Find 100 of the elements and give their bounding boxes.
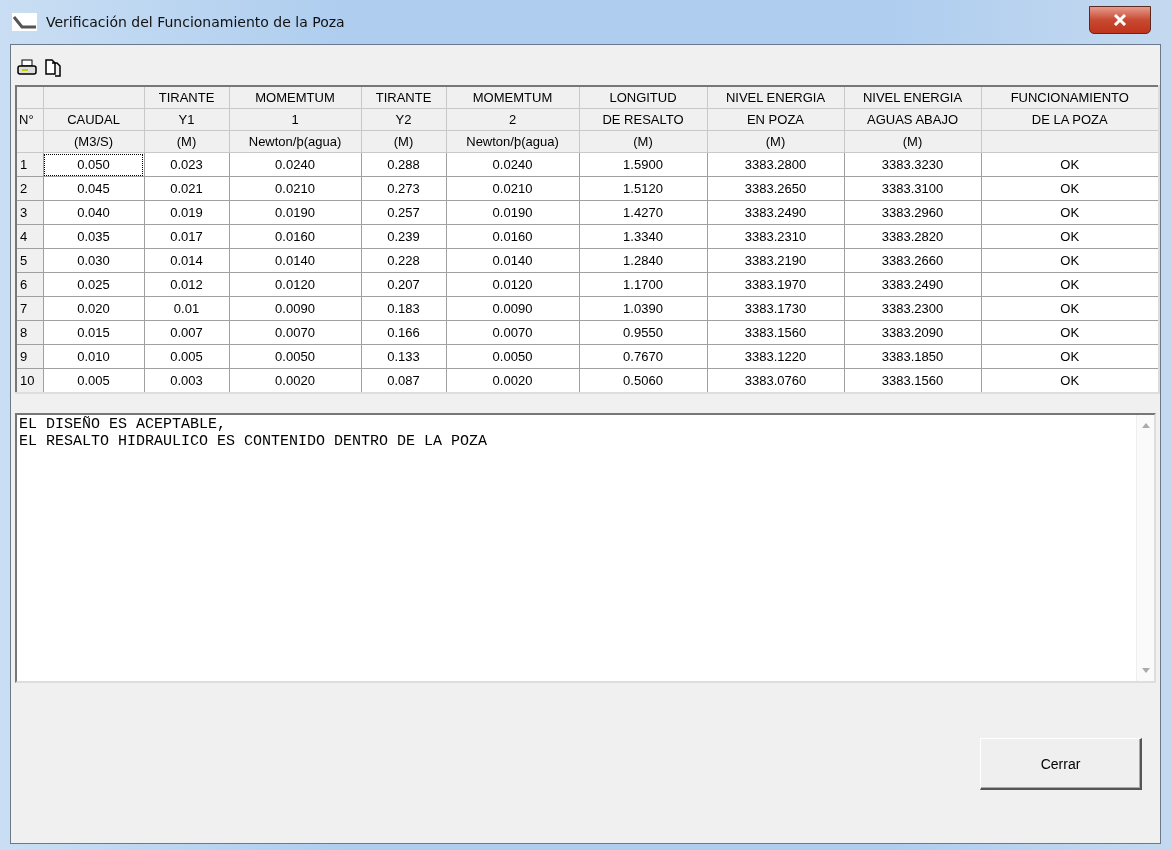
row-number: 7: [16, 296, 43, 321]
table-cell: 1.2840: [579, 248, 707, 273]
column-header: AGUAS ABAJO: [844, 108, 981, 131]
row-number: 10: [16, 368, 43, 393]
column-header: 1: [229, 108, 361, 131]
table-cell: 3383.1220: [707, 344, 844, 369]
table-cell: 0.017: [144, 224, 229, 249]
table-cell: 0.0090: [229, 296, 361, 321]
close-button[interactable]: [1089, 6, 1151, 34]
table-cell: 0.0210: [446, 176, 579, 201]
table-cell: 0.0120: [446, 272, 579, 297]
scrollbar[interactable]: [1136, 415, 1154, 681]
table-cell: 0.133: [361, 344, 446, 369]
column-header: TIRANTE: [144, 86, 229, 109]
column-header: EN POZA: [707, 108, 844, 131]
table-cell: 0.030: [43, 248, 144, 273]
table-cell: 3383.2660: [844, 248, 981, 273]
table-cell: 3383.2300: [844, 296, 981, 321]
table-cell: 0.7670: [579, 344, 707, 369]
window-title: Verificación del Funcionamiento de la Poza: [46, 14, 345, 30]
table-cell: 0.239: [361, 224, 446, 249]
table-cell: 0.0240: [229, 152, 361, 177]
column-header: TIRANTE: [361, 86, 446, 109]
table-cell: 0.045: [43, 176, 144, 201]
table-cell: 1.0390: [579, 296, 707, 321]
table-cell: 0.012: [144, 272, 229, 297]
table-cell: 0.005: [144, 344, 229, 369]
table-cell: 1.4270: [579, 200, 707, 225]
table-cell: 0.0140: [446, 248, 579, 273]
table-cell: 0.0190: [446, 200, 579, 225]
row-number: 3: [16, 200, 43, 225]
table-cell: 3383.2490: [844, 272, 981, 297]
table-cell: 0.0050: [446, 344, 579, 369]
table-cell: 0.0120: [229, 272, 361, 297]
column-header: FUNCIONAMIENTO: [981, 86, 1159, 109]
table-cell: 0.023: [144, 152, 229, 177]
document-icon: [45, 59, 61, 77]
table-cell: 3383.2960: [844, 200, 981, 225]
table-cell: 3383.2820: [844, 224, 981, 249]
table-cell: 3383.2800: [707, 152, 844, 177]
printer-icon: [17, 59, 37, 77]
table-cell: 1.5900: [579, 152, 707, 177]
table-cell: 0.020: [43, 296, 144, 321]
table-cell: 3383.3100: [844, 176, 981, 201]
table-cell: 3383.2190: [707, 248, 844, 273]
table-cell: 0.019: [144, 200, 229, 225]
column-header: LONGITUD: [579, 86, 707, 109]
row-number: 1: [16, 152, 43, 177]
result-textbox[interactable]: EL DISEÑO ES ACEPTABLE, EL RESALTO HIDRAULICO ES CONTENIDO DENTRO DE LA POZA: [15, 413, 1156, 683]
column-header: N°: [16, 108, 43, 131]
table-cell: 0.0210: [229, 176, 361, 201]
preview-button[interactable]: [45, 59, 61, 77]
scroll-down-icon: [1141, 668, 1150, 673]
row-number: 4: [16, 224, 43, 249]
column-header: MOMEMTUM: [446, 86, 579, 109]
table-cell: 0.0190: [229, 200, 361, 225]
table-cell: 0.007: [144, 320, 229, 345]
table-cell: 0.015: [43, 320, 144, 345]
window-app-icon: [12, 12, 38, 32]
table-cell: 0.257: [361, 200, 446, 225]
column-header: Newton/þ(agua): [229, 130, 361, 153]
table-cell: 3383.2090: [844, 320, 981, 345]
table-cell: 3383.1560: [707, 320, 844, 345]
table-cell: 0.0090: [446, 296, 579, 321]
row-number: 8: [16, 320, 43, 345]
column-header: MOMEMTUM: [229, 86, 361, 109]
scroll-up-icon: [1141, 423, 1150, 428]
table-cell: 0.0070: [229, 320, 361, 345]
row-number: 6: [16, 272, 43, 297]
table-cell: 3383.2310: [707, 224, 844, 249]
table-cell: 0.9550: [579, 320, 707, 345]
column-header: (M): [844, 130, 981, 153]
row-number: 9: [16, 344, 43, 369]
result-message: EL DISEÑO ES ACEPTABLE, EL RESALTO HIDRAULICO ES CONTENIDO DENTRO DE LA POZA: [18, 415, 489, 452]
column-header: NIVEL ENERGIA: [844, 86, 981, 109]
table-cell: 3383.1850: [844, 344, 981, 369]
table-cell: 0.021: [144, 176, 229, 201]
table-cell: 0.0070: [446, 320, 579, 345]
table-cell: 0.0140: [229, 248, 361, 273]
table-cell: 0.014: [144, 248, 229, 273]
table-cell: 0.288: [361, 152, 446, 177]
table-cell: 0.207: [361, 272, 446, 297]
row-number: 5: [16, 248, 43, 273]
column-header: DE LA POZA: [981, 108, 1159, 131]
table-cell: 0.0160: [229, 224, 361, 249]
table-cell: 1.3340: [579, 224, 707, 249]
table-cell: 0.273: [361, 176, 446, 201]
table-cell: 0.010: [43, 344, 144, 369]
table-cell: 3383.1730: [707, 296, 844, 321]
table-cell: 1.5120: [579, 176, 707, 201]
table-cell: 0.0050: [229, 344, 361, 369]
table-cell: 3383.3230: [844, 152, 981, 177]
print-button[interactable]: [17, 59, 37, 77]
table-cell: 3383.2490: [707, 200, 844, 225]
close-dialog-button[interactable]: Cerrar: [980, 738, 1142, 790]
column-header: (M): [707, 130, 844, 153]
column-header: NIVEL ENERGIA: [707, 86, 844, 109]
table-cell: 0.050: [43, 152, 144, 177]
table-cell: 0.166: [361, 320, 446, 345]
table-cell: 0.035: [43, 224, 144, 249]
